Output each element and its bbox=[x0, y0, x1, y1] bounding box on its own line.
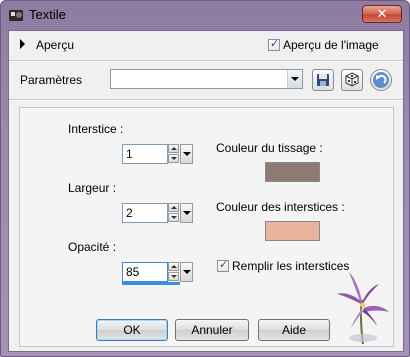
dice-icon bbox=[345, 72, 359, 87]
gap-color-swatch[interactable] bbox=[265, 221, 320, 241]
interstice-label: Interstice : bbox=[68, 122, 124, 136]
ok-button[interactable]: OK bbox=[96, 319, 168, 341]
opacite-label: Opacité : bbox=[68, 240, 117, 254]
interstice-menu-button[interactable] bbox=[180, 144, 193, 164]
down-arrow-icon[interactable] bbox=[168, 213, 179, 222]
largeur-input[interactable]: 2 bbox=[122, 203, 168, 223]
help-button[interactable]: Aide bbox=[258, 319, 330, 341]
largeur-menu-button[interactable] bbox=[180, 203, 193, 223]
preset-combobox[interactable] bbox=[110, 69, 303, 89]
params-label: Paramètres bbox=[20, 73, 83, 87]
interstice-spinner[interactable]: 1 bbox=[122, 144, 194, 164]
up-arrow-icon[interactable] bbox=[168, 144, 179, 153]
save-preset-button[interactable] bbox=[312, 69, 334, 91]
opacite-stepper[interactable] bbox=[168, 262, 180, 282]
app-icon bbox=[9, 10, 23, 21]
randomize-button[interactable] bbox=[341, 69, 363, 91]
down-arrow-icon[interactable] bbox=[168, 154, 179, 163]
fill-gaps-label: Remplir les interstices bbox=[232, 259, 350, 273]
focus-indicator bbox=[122, 282, 180, 285]
largeur-stepper[interactable] bbox=[168, 203, 180, 223]
opacite-input[interactable]: 85 bbox=[122, 262, 168, 282]
weave-color-swatch[interactable] bbox=[265, 162, 320, 182]
chevron-down-icon bbox=[291, 77, 299, 81]
expand-arrow-icon[interactable] bbox=[20, 39, 25, 49]
preview-row: Aperçu ✓ Aperçu de l'image bbox=[9, 31, 403, 59]
cancel-button[interactable]: Annuler bbox=[175, 319, 249, 341]
flower-logo-icon bbox=[337, 272, 389, 345]
params-row: Paramètres bbox=[9, 63, 403, 99]
image-preview-checkbox[interactable]: ✓ bbox=[268, 37, 280, 51]
preset-dropdown-button[interactable] bbox=[287, 70, 302, 88]
preview-label[interactable]: Aperçu bbox=[36, 38, 74, 52]
title-bar[interactable]: Textile ✕ bbox=[1, 1, 409, 29]
checkmark-icon: ✓ bbox=[270, 37, 280, 50]
up-arrow-icon[interactable] bbox=[168, 203, 179, 212]
interstice-input[interactable]: 1 bbox=[122, 144, 168, 164]
dialog-window: Textile ✕ Aperçu ✓ Aperçu de l'image Par… bbox=[0, 0, 410, 357]
largeur-spinner[interactable]: 2 bbox=[122, 203, 194, 223]
gap-color-label: Couleur des interstices : bbox=[216, 200, 345, 214]
opacite-spinner[interactable]: 85 bbox=[122, 262, 194, 282]
interstice-stepper[interactable] bbox=[168, 144, 180, 164]
undo-arrow-icon bbox=[373, 72, 389, 88]
image-preview-label: Aperçu de l'image bbox=[283, 38, 379, 52]
largeur-label: Largeur : bbox=[68, 181, 117, 195]
reset-button[interactable] bbox=[370, 69, 392, 91]
divider bbox=[9, 60, 403, 62]
checkmark-icon: ✓ bbox=[219, 258, 229, 271]
divider bbox=[9, 99, 403, 101]
dialog-client: Aperçu ✓ Aperçu de l'image Paramètres In… bbox=[8, 30, 404, 352]
settings-panel: Interstice : 1 Largeur : 2 Opacité : 85 … bbox=[19, 107, 394, 347]
close-button[interactable]: ✕ bbox=[362, 5, 402, 23]
opacite-menu-button[interactable] bbox=[180, 262, 193, 282]
weave-color-label: Couleur du tissage : bbox=[216, 141, 323, 155]
up-arrow-icon[interactable] bbox=[168, 262, 179, 271]
floppy-disk-icon bbox=[317, 74, 329, 86]
window-title: Textile bbox=[29, 7, 66, 22]
fill-gaps-checkbox[interactable]: ✓ bbox=[217, 258, 229, 272]
down-arrow-icon[interactable] bbox=[168, 272, 179, 281]
